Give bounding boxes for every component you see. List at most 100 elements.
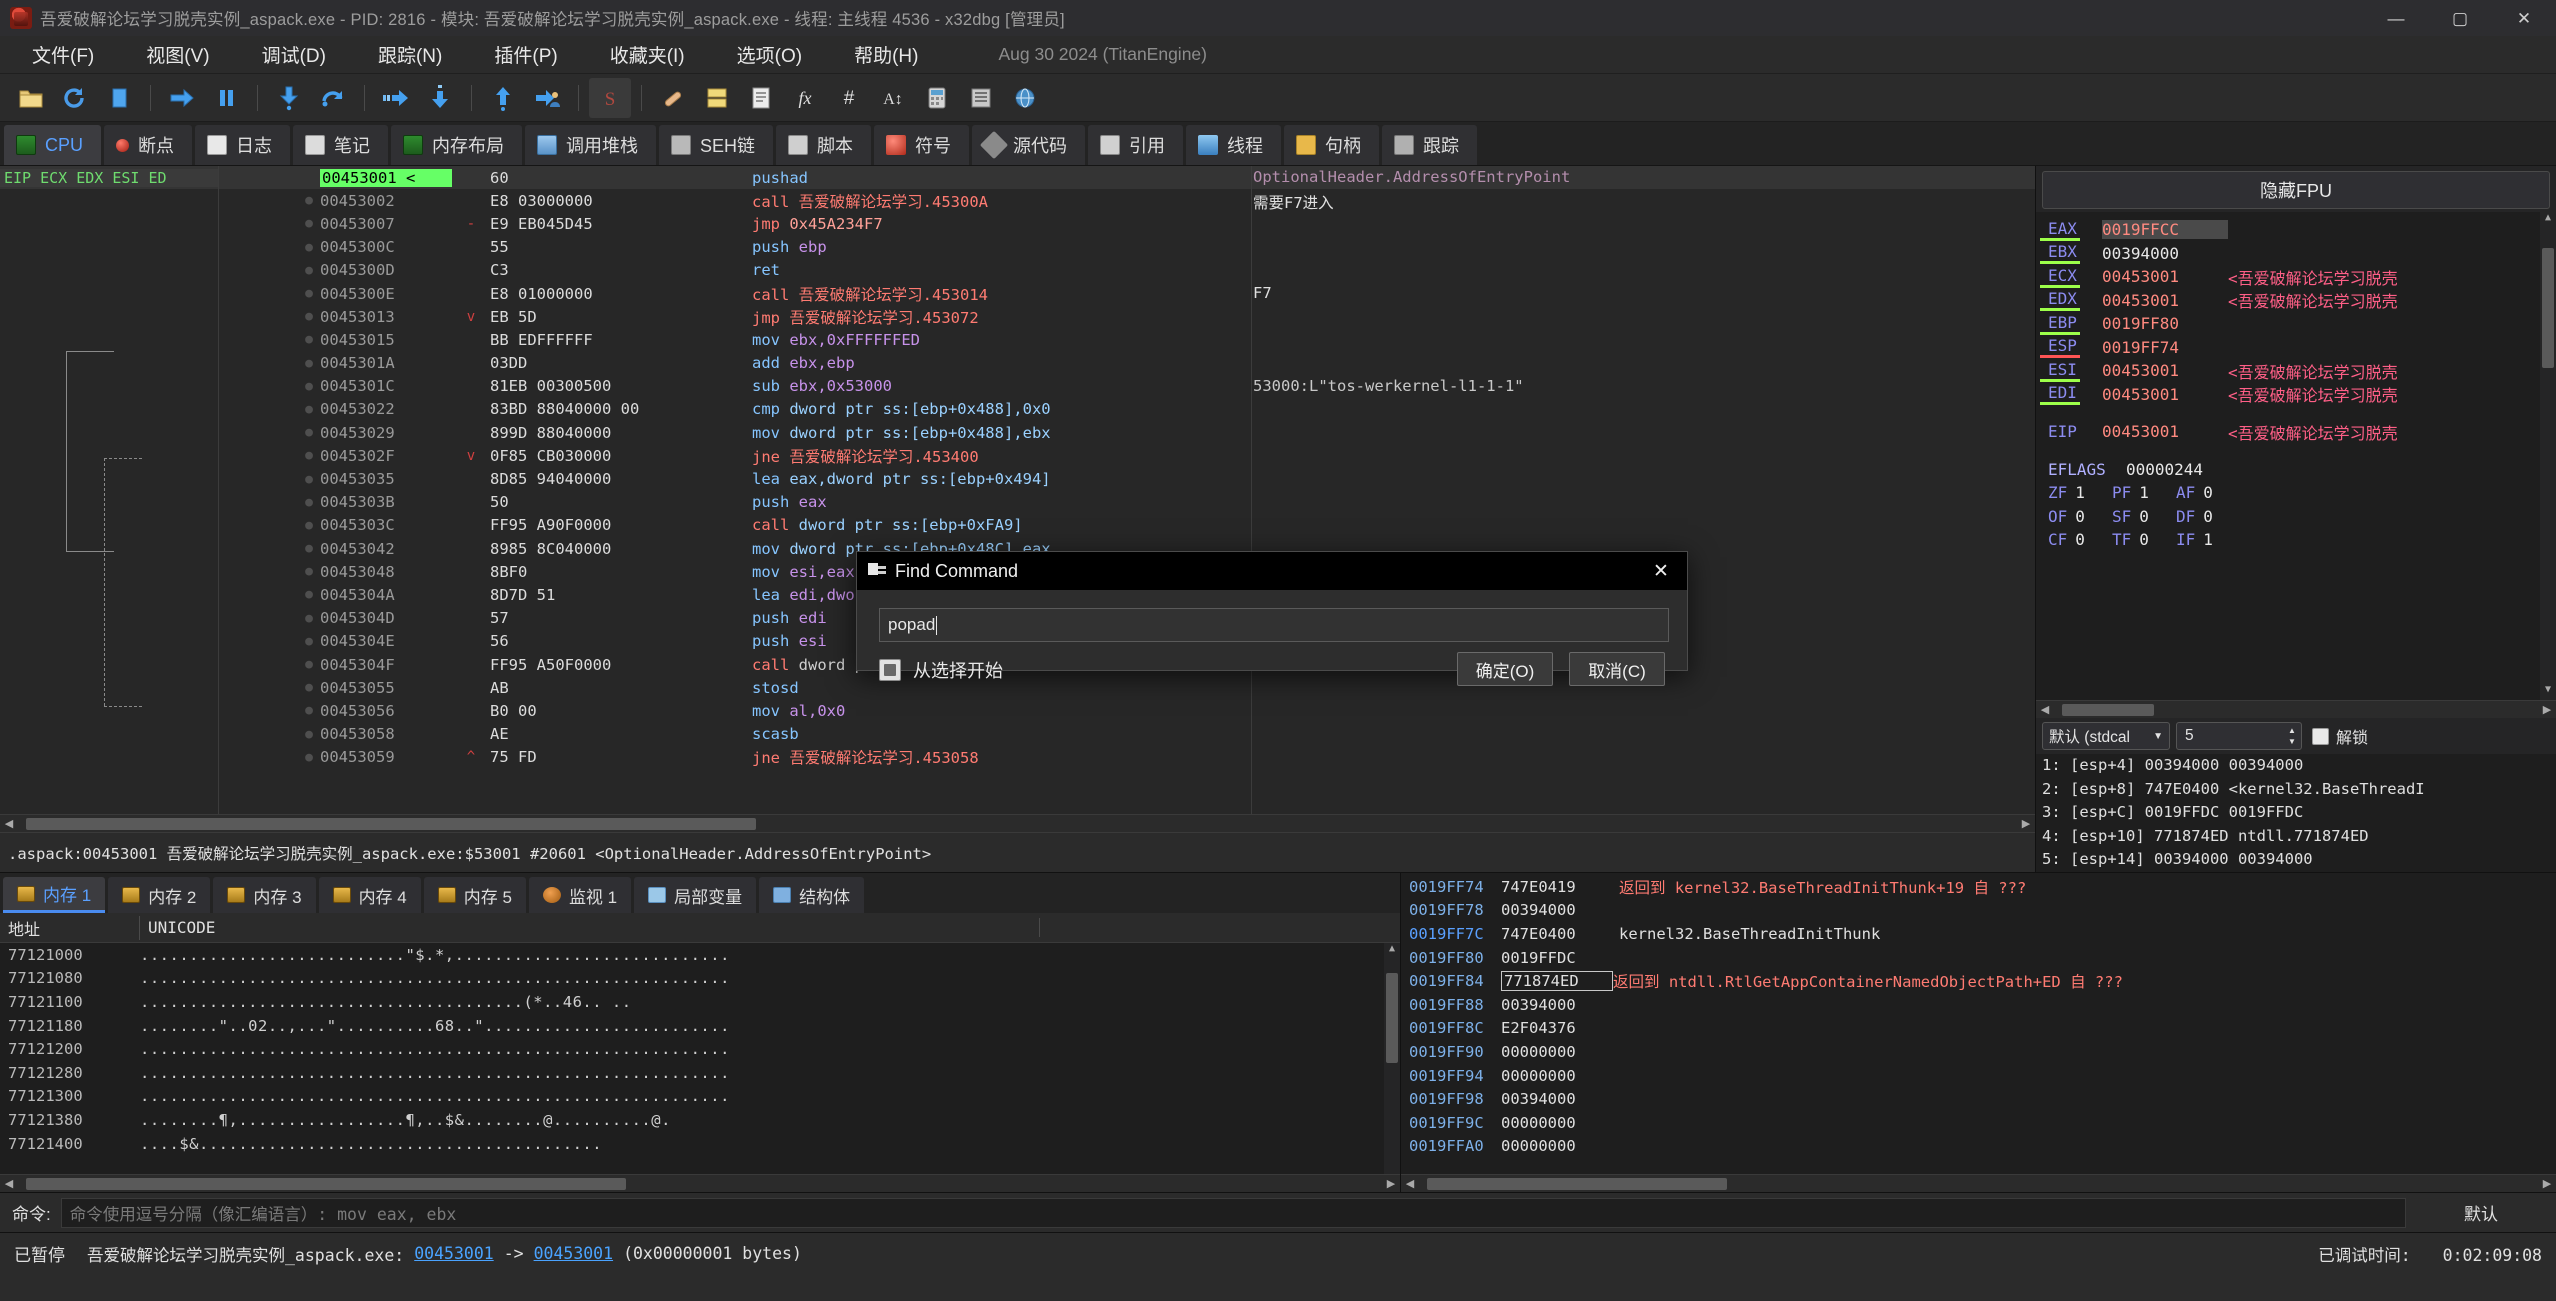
- dump-hscroll-thumb[interactable]: [26, 1178, 626, 1190]
- dump-row[interactable]: 77121100................................…: [0, 990, 1400, 1014]
- dump-tab-1[interactable]: 内存 1: [3, 877, 105, 913]
- menu-plugins[interactable]: 插件(P): [476, 36, 575, 73]
- flag-cell[interactable]: OF0: [2040, 507, 2104, 526]
- dump-row[interactable]: 77121380........¶,.................¶,..$…: [0, 1108, 1400, 1132]
- disassembly-row[interactable]: ●00453056B0 00mov al,0x0: [0, 699, 2035, 722]
- disassembly-row[interactable]: ●0045300C55push ebp: [0, 236, 2035, 259]
- flags-row[interactable]: OF0SF0DF0: [2040, 505, 2556, 529]
- scroll-right-icon[interactable]: ▶: [2017, 817, 2035, 830]
- hide-fpu-button[interactable]: 隐藏FPU: [2042, 171, 2550, 209]
- argument-row[interactable]: 4: [esp+10] 771874ED ntdll.771874ED: [2042, 827, 2556, 851]
- menu-trace[interactable]: 跟踪(N): [360, 36, 460, 73]
- scroll-up-icon[interactable]: ▲: [2540, 212, 2556, 228]
- dialog-close-icon[interactable]: ✕: [1641, 552, 1681, 590]
- register-row[interactable]: EBP0019FF80: [2040, 312, 2556, 336]
- registers-panel[interactable]: EAX0019FFCCEBX00394000ECX00453001<吾爱破解论坛…: [2036, 212, 2556, 700]
- register-value[interactable]: 00453001: [2102, 267, 2228, 286]
- tab-script[interactable]: 脚本: [776, 125, 871, 165]
- disassembly-row[interactable]: ●0045303CFF95 A90F0000call dword ptr ss:…: [0, 514, 2035, 537]
- tab-seh-chain[interactable]: SEH链: [659, 125, 773, 165]
- step-over-icon[interactable]: [312, 78, 354, 118]
- scroll-left-icon[interactable]: ◀: [0, 817, 18, 830]
- step-into-icon[interactable]: [268, 78, 310, 118]
- dump-row[interactable]: 77121300................................…: [0, 1085, 1400, 1109]
- disassembly-row[interactable]: ●0045301C81EB 00300500sub ebx,0x53000: [0, 375, 2035, 398]
- dump-tab-5[interactable]: 内存 5: [424, 877, 526, 913]
- flag-cell[interactable]: CF0: [2040, 530, 2104, 549]
- stack-hscroll-thumb[interactable]: [1427, 1178, 1727, 1190]
- disassembly-row[interactable]: ●0045302283BD 88040000 00cmp dword ptr s…: [0, 398, 2035, 421]
- menu-debug[interactable]: 调试(D): [244, 36, 344, 73]
- register-row[interactable]: EAX0019FFCC: [2040, 218, 2556, 242]
- register-row[interactable]: ESI00453001<吾爱破解论坛学习脱壳: [2040, 359, 2556, 383]
- stack-row[interactable]: 0019FF9000000000: [1401, 1040, 2556, 1064]
- stack-scroll-left-icon[interactable]: ◀: [1401, 1177, 1419, 1190]
- stack-row[interactable]: 0019FF9800394000: [1401, 1087, 2556, 1111]
- minimize-button[interactable]: —: [2364, 0, 2428, 36]
- run-arrow-icon[interactable]: [161, 78, 203, 118]
- patch-bandage-icon[interactable]: [652, 78, 694, 118]
- arguments-list[interactable]: 1: [esp+4] 00394000 003940002: [esp+8] 7…: [2036, 754, 2556, 872]
- reg-hscroll-thumb[interactable]: [2062, 704, 2154, 716]
- register-value[interactable]: 0019FFCC: [2102, 220, 2228, 239]
- register-value[interactable]: 00453001: [2102, 361, 2228, 380]
- trace-into-icon[interactable]: [375, 78, 417, 118]
- flag-cell[interactable]: TF0: [2104, 530, 2168, 549]
- register-row[interactable]: ECX00453001<吾爱破解论坛学习脱壳: [2040, 265, 2556, 289]
- menu-file[interactable]: 文件(F): [14, 36, 112, 73]
- stepper-arrows-icon[interactable]: ▲▼: [2283, 726, 2301, 746]
- disassembly-row[interactable]: ●004530358D85 94040000lea eax,dword ptr …: [0, 467, 2035, 490]
- register-value[interactable]: 00394000: [2102, 244, 2228, 263]
- close-button[interactable]: ✕: [2492, 0, 2556, 36]
- tab-breakpoints[interactable]: 断点: [104, 125, 192, 165]
- dump-scroll-left-icon[interactable]: ◀: [0, 1177, 18, 1190]
- registers-vscrollbar[interactable]: ▲ ▼: [2540, 212, 2556, 700]
- hscroll-thumb[interactable]: [26, 818, 756, 830]
- reg-scroll-right-icon[interactable]: ▶: [2538, 703, 2556, 716]
- dump-tab-4[interactable]: 内存 4: [319, 877, 421, 913]
- dump-scroll-right-icon[interactable]: ▶: [1382, 1177, 1400, 1190]
- register-row[interactable]: ESP0019FF74: [2040, 336, 2556, 360]
- disassembly-row[interactable]: ●00453059^75 FDjne 吾爱破解论坛学习.453058: [0, 746, 2035, 769]
- stack-row[interactable]: 0019FF8800394000: [1401, 993, 2556, 1017]
- tab-trace[interactable]: 跟踪: [1382, 125, 1477, 165]
- flag-cell[interactable]: SF0: [2104, 507, 2168, 526]
- stack-row[interactable]: 0019FF74747E0419返回到 kernel32.BaseThreadI…: [1401, 875, 2556, 899]
- tab-source[interactable]: 源代码: [972, 125, 1085, 165]
- register-value[interactable]: 00453001: [2102, 291, 2228, 310]
- dump-hscrollbar[interactable]: ◀ ▶: [0, 1174, 1400, 1192]
- notes-icon[interactable]: [740, 78, 782, 118]
- start-from-selection-checkbox[interactable]: 从选择开始: [879, 657, 1003, 683]
- dump-body[interactable]: ▲ 77121000..........................."$.…: [0, 943, 1400, 1174]
- stack-row[interactable]: 0019FF7C747E0400kernel32.BaseThreadInitT…: [1401, 922, 2556, 946]
- disassembly-row[interactable]: ●0045302Fv0F85 CB030000jne 吾爱破解论坛学习.4534…: [0, 444, 2035, 467]
- font-az-icon[interactable]: A↕: [872, 78, 914, 118]
- flags-row[interactable]: CF0TF0IF1: [2040, 528, 2556, 552]
- pause-icon[interactable]: [205, 78, 247, 118]
- tab-cpu[interactable]: CPU: [4, 125, 101, 165]
- flag-cell[interactable]: AF0: [2168, 483, 2232, 502]
- stack-row[interactable]: 0019FFA000000000: [1401, 1135, 2556, 1159]
- disassembly-row[interactable]: ●00453029899D 88040000mov dword ptr ss:[…: [0, 421, 2035, 444]
- register-row[interactable]: EDX00453001<吾爱破解论坛学习脱壳: [2040, 289, 2556, 313]
- dialog-cancel-button[interactable]: 取消(C): [1569, 652, 1665, 686]
- dump-tab-8[interactable]: 结构体: [759, 877, 864, 913]
- register-value[interactable]: 00453001: [2102, 422, 2228, 441]
- stop-icon[interactable]: [98, 78, 140, 118]
- menu-help[interactable]: 帮助(H): [836, 36, 936, 73]
- restart-icon[interactable]: [54, 78, 96, 118]
- tab-call-stack[interactable]: 调用堆栈: [525, 125, 656, 165]
- scroll-down-icon[interactable]: ▼: [2540, 684, 2556, 700]
- stack-body[interactable]: 0019FF74747E0419返回到 kernel32.BaseThreadI…: [1401, 873, 2556, 1174]
- arg-count-stepper[interactable]: 5 ▲▼: [2176, 722, 2302, 750]
- argument-row[interactable]: 3: [esp+C] 0019FFDC 0019FFDC: [2042, 803, 2556, 827]
- register-row[interactable]: EIP00453001<吾爱破解论坛学习脱壳: [2040, 420, 2556, 444]
- stack-row[interactable]: 0019FF7800394000: [1401, 899, 2556, 923]
- user-code-icon[interactable]: [526, 78, 568, 118]
- stack-row[interactable]: 0019FF84771874ED返回到 ntdll.RtlGetAppConta…: [1401, 969, 2556, 993]
- register-value[interactable]: 0019FF74: [2102, 338, 2228, 357]
- log-window-icon[interactable]: [696, 78, 738, 118]
- disassembly-row[interactable]: ●0045300EE8 01000000call 吾爱破解论坛学习.453014: [0, 282, 2035, 305]
- globe-icon[interactable]: [1004, 78, 1046, 118]
- disassembly-row[interactable]: ●00453055ABstosd: [0, 676, 2035, 699]
